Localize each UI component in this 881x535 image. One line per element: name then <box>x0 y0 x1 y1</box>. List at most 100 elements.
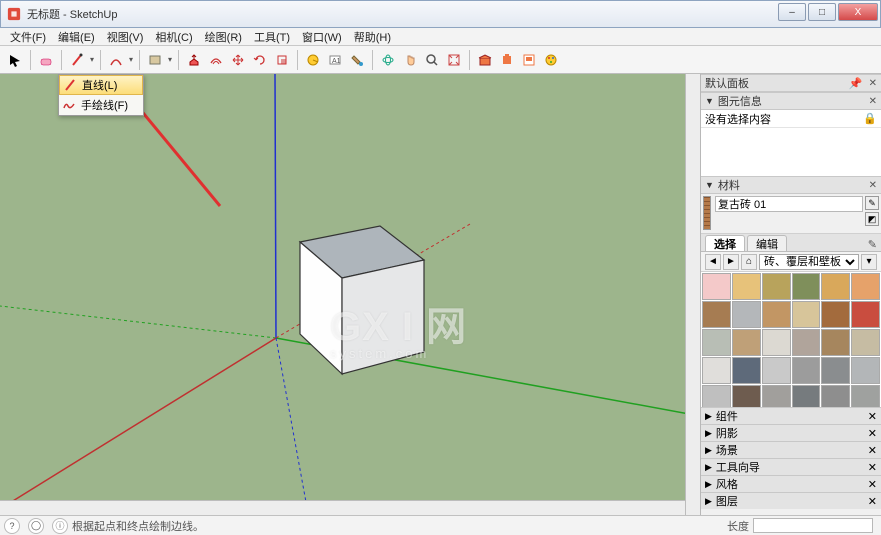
tray-pin-icon[interactable]: 📌 <box>849 77 863 90</box>
material-swatch[interactable] <box>762 301 791 328</box>
panel-components[interactable]: ▶ 组件 ✕ <box>701 407 881 424</box>
material-swatch[interactable] <box>792 301 821 328</box>
warehouse-icon[interactable] <box>475 50 495 70</box>
material-swatch[interactable] <box>732 357 761 384</box>
status-help-icon[interactable]: ? <box>4 518 20 534</box>
material-swatch[interactable] <box>762 273 791 300</box>
menu-edit[interactable]: 编辑(E) <box>52 29 101 45</box>
text-tool-icon[interactable]: A1 <box>325 50 345 70</box>
nav-back-icon[interactable]: ◄ <box>705 254 721 270</box>
menu-help[interactable]: 帮助(H) <box>348 29 397 45</box>
panel-close-icon[interactable]: ✕ <box>868 410 877 423</box>
panel-close-icon[interactable]: ✕ <box>868 495 877 508</box>
rotate-tool-icon[interactable] <box>250 50 270 70</box>
material-swatch[interactable] <box>851 301 880 328</box>
tray-header[interactable]: 默认面板 📌 ✕ <box>701 74 881 92</box>
move-tool-icon[interactable] <box>228 50 248 70</box>
material-category-select[interactable]: 砖、覆层和壁板 <box>759 254 859 270</box>
zoom-tool-icon[interactable] <box>422 50 442 70</box>
material-swatch[interactable] <box>702 273 731 300</box>
sample-paint-icon[interactable]: ✎ <box>868 238 877 251</box>
tape-tool-icon[interactable] <box>303 50 323 70</box>
entity-info-header[interactable]: ▼ 图元信息 ✕ <box>701 92 881 110</box>
shape-tool-dropdown[interactable]: ▾ <box>166 55 174 64</box>
menu-camera[interactable]: 相机(C) <box>149 29 198 45</box>
menu-item-freehand[interactable]: 手绘线(F) <box>59 95 143 115</box>
panel-instructor[interactable]: ▶ 工具向导 ✕ <box>701 458 881 475</box>
panel-scenes[interactable]: ▶ 场景 ✕ <box>701 441 881 458</box>
lock-icon[interactable]: 🔒 <box>863 112 877 125</box>
3d-viewport[interactable]: 直线(L) 手绘线(F) GX I 网 system.com <box>0 74 700 515</box>
material-swatch[interactable] <box>851 273 880 300</box>
tab-select[interactable]: 选择 <box>705 235 745 251</box>
material-name-input[interactable] <box>715 196 863 212</box>
material-swatch[interactable] <box>732 329 761 356</box>
panel-close-icon[interactable]: ✕ <box>868 444 877 457</box>
panel-close-icon[interactable]: ✕ <box>869 180 877 191</box>
nav-fwd-icon[interactable]: ► <box>723 254 739 270</box>
menu-draw[interactable]: 绘图(R) <box>199 29 248 45</box>
material-swatch[interactable] <box>732 273 761 300</box>
scale-tool-icon[interactable] <box>272 50 292 70</box>
pan-tool-icon[interactable] <box>400 50 420 70</box>
line-tool-dropdown[interactable]: ▾ <box>88 55 96 64</box>
details-icon[interactable]: ▾ <box>861 254 877 270</box>
tray-close-icon[interactable]: ✕ <box>869 78 877 89</box>
panel-styles[interactable]: ▶ 风格 ✕ <box>701 475 881 492</box>
zoom-extents-icon[interactable] <box>444 50 464 70</box>
material-swatch[interactable] <box>792 329 821 356</box>
material-swatch[interactable] <box>732 301 761 328</box>
materials-header[interactable]: ▼ 材料 ✕ <box>701 176 881 194</box>
default-material-icon[interactable]: ◩ <box>865 212 879 226</box>
panel-close-icon[interactable]: ✕ <box>868 478 877 491</box>
viewport-scrollbar-vertical[interactable] <box>685 74 700 515</box>
tab-edit[interactable]: 编辑 <box>747 235 787 251</box>
maximize-button[interactable]: □ <box>808 3 836 21</box>
panel-layers[interactable]: ▶ 图层 ✕ <box>701 492 881 509</box>
arc-tool-icon[interactable] <box>106 50 126 70</box>
panel-close-icon[interactable]: ✕ <box>868 461 877 474</box>
orbit-tool-icon[interactable] <box>378 50 398 70</box>
select-tool-icon[interactable] <box>5 50 25 70</box>
material-swatch[interactable] <box>821 301 850 328</box>
arc-tool-dropdown[interactable]: ▾ <box>127 55 135 64</box>
menu-view[interactable]: 视图(V) <box>101 29 150 45</box>
material-swatch[interactable] <box>792 273 821 300</box>
layout-icon[interactable] <box>519 50 539 70</box>
panel-shadows[interactable]: ▶ 阴影 ✕ <box>701 424 881 441</box>
paint-tool-icon[interactable] <box>347 50 367 70</box>
panel-close-icon[interactable]: ✕ <box>869 96 877 107</box>
menu-item-line[interactable]: 直线(L) <box>59 75 143 95</box>
material-swatch[interactable] <box>702 301 731 328</box>
viewport-scrollbar-horizontal[interactable] <box>0 500 685 515</box>
menu-file[interactable]: 文件(F) <box>4 29 52 45</box>
menu-tools[interactable]: 工具(T) <box>248 29 296 45</box>
offset-tool-icon[interactable] <box>206 50 226 70</box>
close-button[interactable]: X <box>838 3 878 21</box>
line-tool-icon[interactable] <box>67 50 87 70</box>
material-swatch[interactable] <box>821 329 850 356</box>
rectangle-tool-icon[interactable] <box>145 50 165 70</box>
eraser-tool-icon[interactable] <box>36 50 56 70</box>
panel-close-icon[interactable]: ✕ <box>868 427 877 440</box>
pushpull-tool-icon[interactable] <box>184 50 204 70</box>
material-swatch[interactable] <box>762 329 791 356</box>
material-swatch[interactable] <box>702 329 731 356</box>
status-credits-icon[interactable]: ⓘ <box>52 518 68 534</box>
material-swatch[interactable] <box>792 357 821 384</box>
status-geo-icon[interactable]: ◯ <box>28 518 44 534</box>
current-material-swatch[interactable] <box>703 196 711 230</box>
create-material-icon[interactable]: ✎ <box>865 196 879 210</box>
measurement-input[interactable] <box>753 518 873 533</box>
material-swatch[interactable] <box>821 273 850 300</box>
menu-window[interactable]: 窗口(W) <box>296 29 348 45</box>
material-swatch[interactable] <box>851 357 880 384</box>
material-swatch[interactable] <box>851 329 880 356</box>
extension-icon[interactable] <box>497 50 517 70</box>
minimize-button[interactable]: – <box>778 3 806 21</box>
material-swatch[interactable] <box>762 357 791 384</box>
material-swatch[interactable] <box>702 357 731 384</box>
stylebuilder-icon[interactable] <box>541 50 561 70</box>
material-swatch[interactable] <box>821 357 850 384</box>
home-icon[interactable]: ⌂ <box>741 254 757 270</box>
